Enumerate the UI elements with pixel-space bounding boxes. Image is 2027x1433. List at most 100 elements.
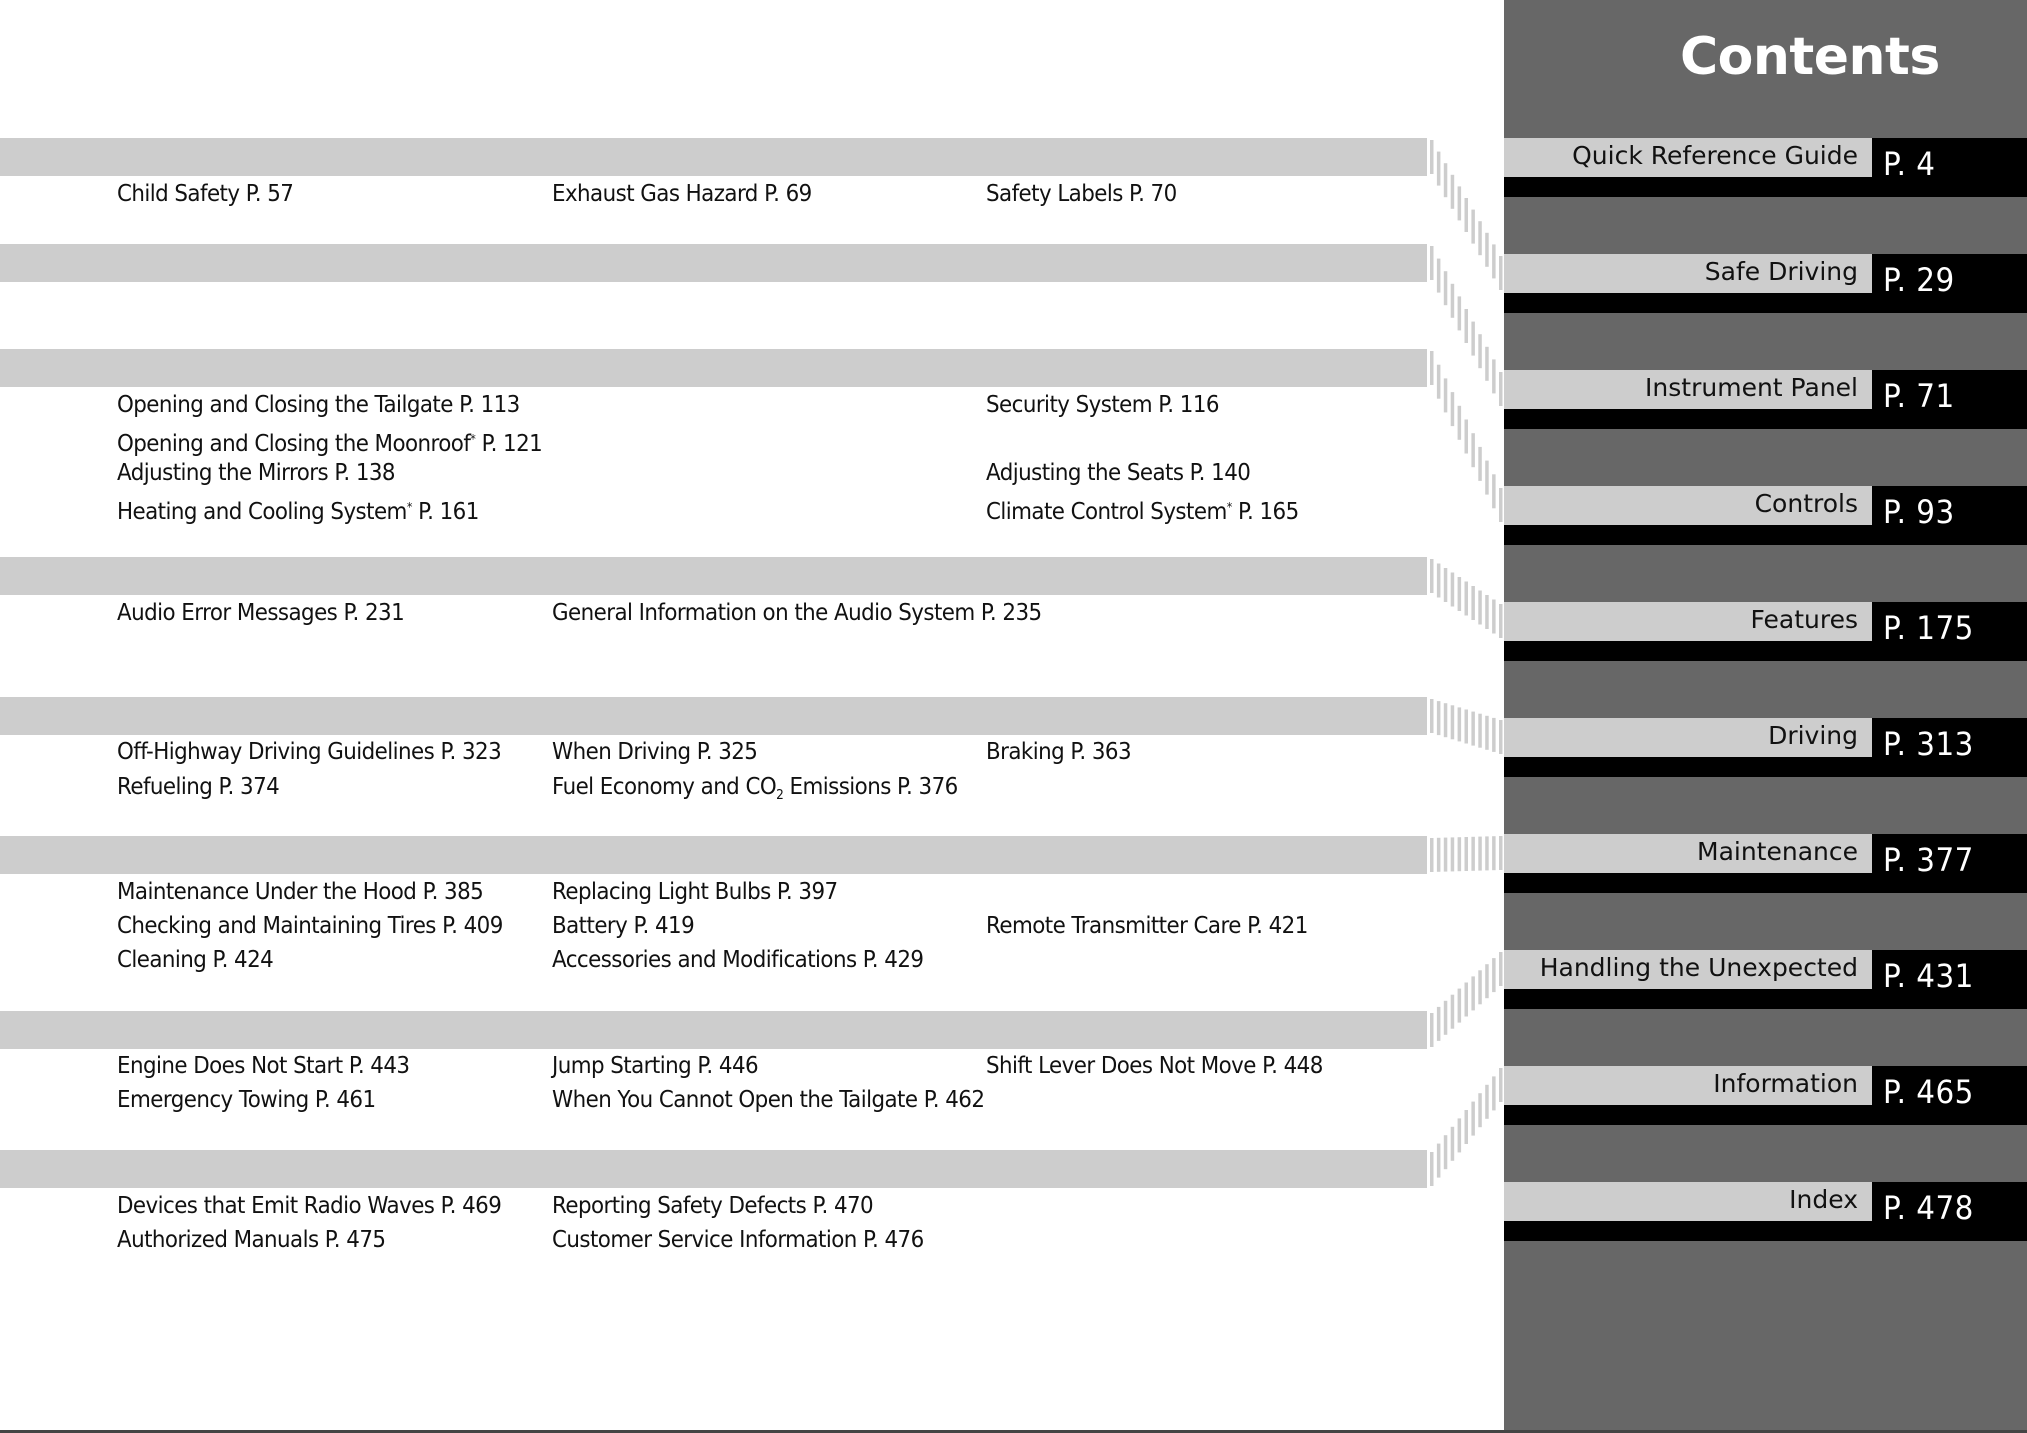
section-instrument-panel[interactable]: Instrument Panel P. 71	[1504, 370, 2027, 429]
topic-text: Fuel Economy and CO	[552, 774, 777, 800]
connector-stripe-controls	[1436, 364, 1441, 399]
connector-stripe-driving	[1430, 699, 1434, 733]
connector-stripe-instrument-panel	[1478, 334, 1482, 369]
topic-link[interactable]: Remote Transmitter Care P. 421	[986, 912, 1308, 940]
topic-link[interactable]: Exhaust Gas Hazard P. 69	[552, 180, 812, 208]
connector-stripe-safe-driving	[1499, 256, 1503, 290]
connector-stripe-controls	[1430, 351, 1434, 385]
section-page-box: P. 478	[1872, 1182, 2027, 1227]
topic-link[interactable]: Opening and Closing the Moonroof* P. 121	[117, 425, 543, 458]
topic-link[interactable]: When Driving P. 325	[552, 738, 758, 766]
connector-stripe-instrument-panel	[1430, 246, 1434, 280]
topic-link[interactable]: Refueling P. 374	[117, 773, 280, 801]
connector-stripe-safe-driving	[1450, 174, 1455, 209]
connector-stripe-safe-driving	[1464, 198, 1468, 232]
connector-stripe-information	[1492, 1076, 1496, 1111]
connector-stripe-controls	[1499, 488, 1503, 522]
connector-stripe-maintenance	[1478, 836, 1482, 871]
topic-link[interactable]: Devices that Emit Radio Waves P. 469	[117, 1192, 502, 1220]
topic-link[interactable]: Safety Labels P. 70	[986, 180, 1177, 208]
section-label: Instrument Panel	[1645, 373, 1858, 402]
section-divider	[1504, 525, 2027, 545]
section-maintenance[interactable]: Maintenance P. 377	[1504, 834, 2027, 893]
section-label: Maintenance	[1697, 837, 1858, 866]
connector-stripe-instrument-panel	[1471, 321, 1475, 356]
topic-link[interactable]: Climate Control System* P. 165	[986, 493, 1299, 526]
connector-stripe-features	[1464, 581, 1468, 616]
connector-stripe-handling-the-unexpected	[1478, 970, 1482, 1005]
topic-link[interactable]: Accessories and Modifications P. 429	[552, 946, 924, 974]
connector-stripe-features	[1471, 586, 1475, 620]
topic-link[interactable]: Maintenance Under the Hood P. 385	[117, 878, 484, 906]
topic-text: Climate Control System	[986, 499, 1227, 525]
connector-stripe-instrument-panel	[1464, 309, 1468, 343]
topic-link[interactable]: Heating and Cooling System* P. 161	[117, 493, 479, 526]
section-page-box: P. 465	[1872, 1066, 2027, 1111]
connector-stripe-information	[1471, 1101, 1475, 1136]
section-divider	[1504, 293, 2027, 313]
section-index[interactable]: Index P. 478	[1504, 1182, 2027, 1241]
topic-link[interactable]: Checking and Maintaining Tires P. 409	[117, 912, 503, 940]
section-label-bar: Features	[1504, 602, 1872, 641]
connector-stripe-maintenance	[1471, 836, 1475, 871]
connector-stripe-information	[1499, 1068, 1503, 1102]
connector-stripe-controls	[1492, 474, 1496, 509]
connector-stripe-driving	[1450, 705, 1455, 740]
connector-stripe-instrument-panel	[1450, 283, 1455, 318]
connector-stripe-driving	[1499, 720, 1503, 754]
connector-stripe-instrument-panel	[1436, 258, 1441, 293]
section-label-bar: Controls	[1504, 486, 1872, 525]
connector-stripe-instrument-panel	[1457, 296, 1462, 331]
topic-link[interactable]: Battery P. 419	[552, 912, 695, 940]
topic-link[interactable]: Engine Does Not Start P. 443	[117, 1052, 410, 1080]
section-label: Driving	[1768, 721, 1858, 750]
section-page-box: P. 175	[1872, 602, 2027, 647]
section-safe-driving[interactable]: Safe Driving P. 29	[1504, 254, 2027, 313]
section-features[interactable]: Features P. 175	[1504, 602, 2027, 661]
connector-stripe-handling-the-unexpected	[1464, 982, 1468, 1017]
section-label: Information	[1713, 1069, 1858, 1098]
topic-link[interactable]: Off-Highway Driving Guidelines P. 323	[117, 738, 502, 766]
topic-link[interactable]: Adjusting the Seats P. 140	[986, 459, 1251, 487]
topic-link[interactable]: When You Cannot Open the Tailgate P. 462	[552, 1086, 985, 1114]
section-quick-reference-guide[interactable]: Quick Reference Guide P. 4	[1504, 138, 2027, 197]
topic-link[interactable]: Security System P. 116	[986, 391, 1219, 419]
section-label-bar: Safe Driving	[1504, 254, 1872, 293]
connector-stripe-safe-driving	[1457, 186, 1462, 221]
connector-stripe-features	[1485, 595, 1489, 629]
connector-stripe-information	[1464, 1110, 1468, 1144]
topic-link[interactable]: General Information on the Audio System …	[552, 599, 1042, 627]
topic-link[interactable]: Child Safety P. 57	[117, 180, 294, 208]
connector-stripe-information	[1436, 1143, 1441, 1178]
topic-link[interactable]: Jump Starting P. 446	[552, 1052, 759, 1080]
topic-link[interactable]: Braking P. 363	[986, 738, 1132, 766]
section-page-box: P. 377	[1872, 834, 2027, 879]
connector-stripe-features	[1436, 563, 1441, 598]
topic-link[interactable]: Reporting Safety Defects P. 470	[552, 1192, 874, 1220]
topic-link[interactable]: Adjusting the Mirrors P. 138	[117, 459, 396, 487]
topic-link[interactable]: Audio Error Messages P. 231	[117, 599, 405, 627]
connector-stripe-maintenance	[1457, 837, 1462, 872]
topic-link[interactable]: Emergency Towing P. 461	[117, 1086, 376, 1114]
connector-stripe-handling-the-unexpected	[1443, 1000, 1448, 1035]
section-divider	[1504, 757, 2027, 777]
topic-link[interactable]: Opening and Closing the Tailgate P. 113	[117, 391, 520, 419]
topic-link[interactable]: Shift Lever Does Not Move P. 448	[986, 1052, 1323, 1080]
connector-stripe-driving	[1492, 717, 1496, 752]
topic-link[interactable]: Replacing Light Bulbs P. 397	[552, 878, 838, 906]
section-handling-the-unexpected[interactable]: Handling the Unexpected P. 431	[1504, 950, 2027, 1009]
topic-link[interactable]: Authorized Manuals P. 475	[117, 1226, 386, 1254]
topic-link[interactable]: Cleaning P. 424	[117, 946, 274, 974]
connector-stripe-safe-driving	[1443, 163, 1448, 198]
section-driving[interactable]: Driving P. 313	[1504, 718, 2027, 777]
connector-stripe-maintenance	[1499, 836, 1503, 870]
topic-link[interactable]: Customer Service Information P. 476	[552, 1226, 924, 1254]
connector-stripe-safe-driving	[1430, 140, 1434, 174]
connector-stripe-handling-the-unexpected	[1499, 952, 1503, 986]
topic-link[interactable]: Fuel Economy and CO2 Emissions P. 376	[552, 773, 958, 810]
section-information[interactable]: Information P. 465	[1504, 1066, 2027, 1125]
connector-stripe-handling-the-unexpected	[1492, 958, 1496, 993]
section-page-box: P. 4	[1872, 138, 2027, 183]
section-controls[interactable]: Controls P. 93	[1504, 486, 2027, 545]
connector-stripe-handling-the-unexpected	[1457, 988, 1462, 1023]
